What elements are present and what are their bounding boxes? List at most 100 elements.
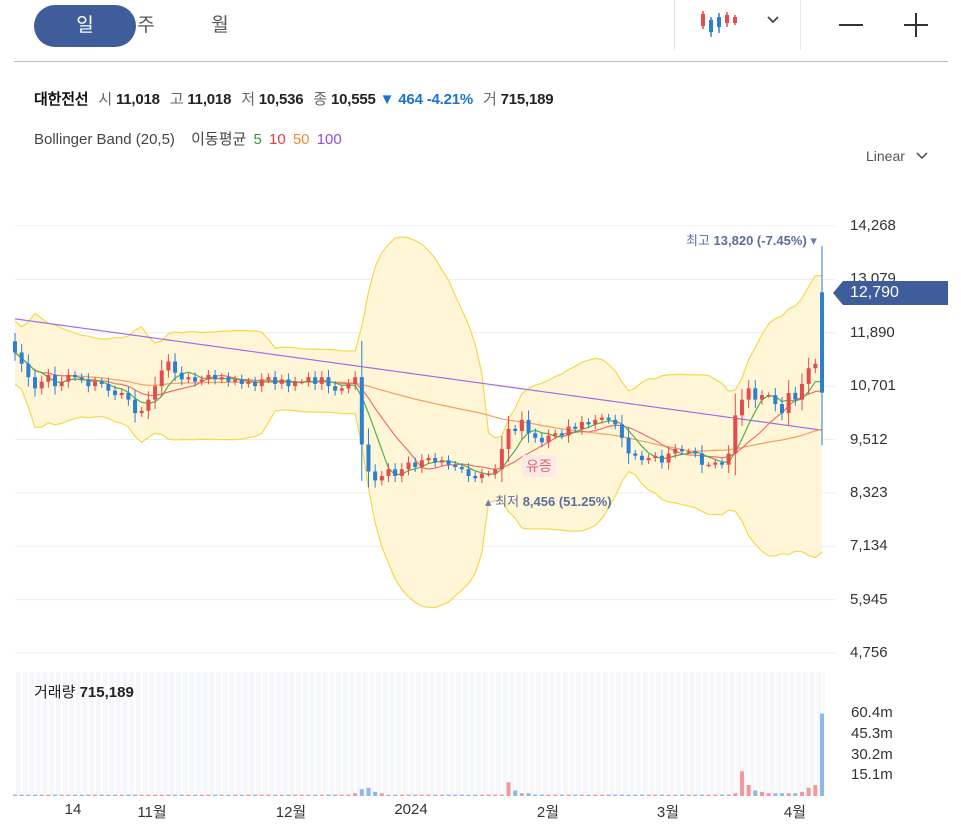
y-tick-label: 7,134 bbox=[850, 537, 888, 555]
volume-bar bbox=[173, 794, 178, 796]
toolbar-divider-line bbox=[14, 61, 948, 62]
candle-body bbox=[659, 455, 664, 463]
candle-body bbox=[779, 404, 784, 414]
scale-label: Linear bbox=[866, 148, 905, 164]
event-badge[interactable]: 유증 bbox=[522, 455, 556, 477]
volume-bar bbox=[139, 794, 144, 796]
volume-bar bbox=[579, 794, 584, 796]
top-toolbar: 일 주 월 bbox=[0, 0, 961, 50]
volume-bar bbox=[479, 794, 484, 796]
volume-bar bbox=[439, 794, 444, 796]
minus-icon[interactable] bbox=[838, 12, 864, 38]
volume-bar bbox=[326, 794, 331, 796]
volume-bar bbox=[653, 794, 658, 796]
volume-tick-label: 60.4m bbox=[851, 704, 893, 721]
volume-bar bbox=[386, 794, 391, 796]
volume-bar bbox=[506, 782, 511, 796]
candle-body bbox=[39, 381, 44, 389]
volume-bar bbox=[719, 794, 724, 796]
close-value: 10,555 bbox=[331, 91, 376, 108]
volume-bar bbox=[606, 794, 611, 796]
candle-body bbox=[459, 466, 464, 470]
candle-body bbox=[226, 377, 231, 382]
volume-bar bbox=[539, 794, 544, 796]
candle-body bbox=[59, 381, 64, 387]
indicator-legend[interactable]: Bollinger Band (20,5) 이동평균 5 10 50 100 bbox=[34, 128, 342, 149]
candle-body bbox=[466, 469, 471, 476]
candle-body bbox=[566, 426, 571, 436]
y-tick-label: 4,756 bbox=[850, 644, 888, 661]
candle-body bbox=[346, 383, 351, 389]
volume-bar bbox=[273, 794, 278, 796]
x-tick-label: 2월 bbox=[536, 804, 560, 821]
candle-body bbox=[426, 457, 431, 461]
candle-body bbox=[53, 374, 58, 387]
volume-tick-label: 15.1m bbox=[851, 766, 893, 784]
candle-body bbox=[119, 392, 124, 396]
candle-body bbox=[179, 372, 184, 380]
volume-bar bbox=[199, 794, 204, 796]
low-value: 10,536 bbox=[258, 91, 304, 108]
bollinger-band-fill bbox=[15, 236, 822, 608]
plus-icon[interactable] bbox=[903, 12, 929, 38]
volume-tick-label: 30.2m bbox=[851, 745, 893, 763]
volume-bar bbox=[79, 794, 84, 796]
candle-body bbox=[793, 392, 798, 400]
bollinger-lower-line bbox=[14, 383, 823, 609]
volume-bar bbox=[406, 794, 411, 796]
candle-body bbox=[79, 377, 84, 380]
chevron-down-icon[interactable] bbox=[765, 12, 781, 28]
candle-body bbox=[759, 395, 764, 400]
candle-body bbox=[339, 388, 344, 391]
candle-body bbox=[393, 469, 398, 476]
volume-bar bbox=[773, 793, 778, 796]
candle-body bbox=[153, 386, 158, 400]
volume-bar bbox=[13, 794, 17, 796]
volume-bar bbox=[126, 794, 131, 796]
x-tick-label: 14 bbox=[64, 801, 82, 818]
candle-body bbox=[239, 379, 244, 384]
volume-panel-label: 거래량 bbox=[34, 684, 76, 701]
toolbar-divider bbox=[674, 0, 675, 50]
volume-bar bbox=[39, 794, 44, 796]
candle-body bbox=[513, 428, 518, 432]
low-label: 저 bbox=[241, 91, 255, 108]
candle-body bbox=[13, 341, 17, 353]
candlestick-icon[interactable] bbox=[700, 9, 740, 39]
candle-body bbox=[699, 453, 704, 465]
tab-monthly[interactable]: 월 bbox=[169, 5, 271, 47]
price-chart[interactable] bbox=[0, 0, 961, 840]
candle-body bbox=[353, 377, 358, 384]
volume-bar bbox=[806, 787, 811, 796]
volume-bar bbox=[739, 771, 744, 796]
volume-label: 거 bbox=[482, 91, 497, 108]
candle-body bbox=[786, 392, 791, 414]
volume-bar bbox=[639, 794, 644, 796]
volume-bar bbox=[533, 794, 538, 796]
candle-body bbox=[666, 453, 671, 463]
change-arrow: ▼ bbox=[379, 91, 395, 108]
low-annotation: ▴ 최저 8,456 (51.25%) bbox=[485, 494, 612, 509]
volume-bar bbox=[586, 794, 591, 796]
volume-bar bbox=[713, 794, 718, 796]
volume-bar bbox=[259, 794, 264, 796]
candle-body bbox=[806, 368, 811, 384]
candle-body bbox=[293, 381, 298, 387]
volume-panel-value: 715,189 bbox=[79, 684, 134, 701]
candle-body bbox=[593, 419, 598, 425]
candle-body bbox=[639, 455, 644, 461]
candle-body bbox=[173, 361, 178, 373]
candle-body bbox=[693, 451, 698, 454]
volume-bar bbox=[353, 793, 358, 796]
x-tick-label: 3월 bbox=[656, 804, 680, 821]
volume-bar bbox=[59, 794, 64, 796]
volume-bar bbox=[766, 793, 771, 796]
candle-body bbox=[753, 388, 758, 400]
low-annotation-value: 8,456 (51.25%) bbox=[522, 494, 612, 509]
candle-body bbox=[719, 462, 724, 465]
bollinger-label[interactable]: Bollinger Band (20,5) bbox=[34, 131, 175, 148]
y-tick-label: 10,701 bbox=[850, 377, 896, 395]
ma-label[interactable]: 이동평균 bbox=[191, 131, 246, 148]
volume-panel-bg bbox=[15, 672, 825, 796]
scale-selector[interactable]: Linear bbox=[866, 148, 929, 164]
